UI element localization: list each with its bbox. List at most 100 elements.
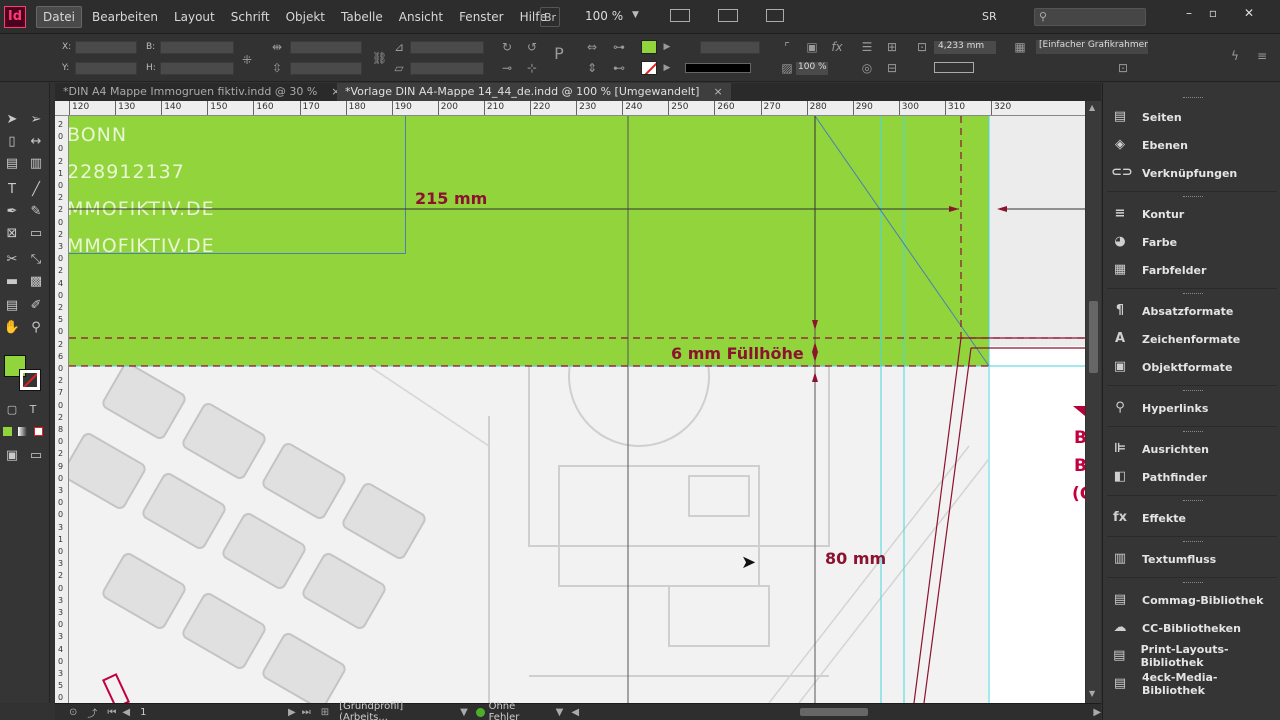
- shear-field[interactable]: [410, 62, 484, 75]
- x-field[interactable]: [75, 41, 137, 54]
- gradient-tool-icon[interactable]: ▬: [3, 273, 21, 291]
- formatting-text-icon[interactable]: T: [24, 401, 42, 419]
- panel-grip[interactable]: [1183, 293, 1203, 295]
- panel-absatzformate[interactable]: ¶ Absatzformate: [1111, 299, 1234, 323]
- apply-color-icon[interactable]: [3, 427, 12, 436]
- tab-immogruen[interactable]: *DIN A4 Mappe Immogruen fiktiv.indd @ 30…: [55, 83, 349, 101]
- lightning-icon[interactable]: ϟ: [1228, 49, 1242, 63]
- panel-farbe[interactable]: ◕ Farbe: [1111, 230, 1177, 254]
- panel-objektformate[interactable]: ▣ Objektformate: [1111, 355, 1233, 379]
- menu-datei[interactable]: Datei: [36, 5, 83, 28]
- close-icon[interactable]: ×: [713, 85, 722, 98]
- fitting-icon[interactable]: ⊞: [885, 40, 899, 54]
- scissors-tool-icon[interactable]: ✂: [3, 251, 21, 269]
- opacity-field[interactable]: 100 %: [796, 62, 828, 75]
- zoom-level[interactable]: 100 %: [585, 9, 623, 23]
- select-next-icon[interactable]: ⊹: [525, 61, 539, 75]
- scroll-thumb[interactable]: [800, 708, 869, 716]
- select-previous-icon[interactable]: ⊸: [500, 61, 514, 75]
- panel-grip[interactable]: [1183, 500, 1203, 502]
- zoom-tool-icon[interactable]: ⚲: [27, 319, 45, 337]
- rotation-field[interactable]: [410, 41, 484, 54]
- open-page-icon[interactable]: ⤴: [87, 705, 97, 720]
- rectangle-frame-tool-icon[interactable]: ⊠: [3, 225, 21, 243]
- page-options-icon[interactable]: ⊞: [321, 707, 329, 718]
- last-page-icon[interactable]: ⏭: [302, 707, 311, 718]
- menu-tabelle[interactable]: Tabelle: [335, 7, 389, 27]
- panel-commag-bibliothek[interactable]: ▤ Commag-Bibliothek: [1111, 588, 1264, 612]
- apply-none-icon[interactable]: [34, 427, 43, 436]
- panel-verkn-pfungen[interactable]: ⊂⊃ Verknüpfungen: [1111, 161, 1237, 185]
- scroll-right-icon[interactable]: ▶: [1093, 707, 1101, 718]
- chevron-down-icon[interactable]: ▼: [556, 707, 564, 718]
- panel-grip[interactable]: [1183, 196, 1203, 198]
- reference-point-icon[interactable]: ⁜: [240, 53, 254, 67]
- panel-print-layouts-bibliothek[interactable]: ▤ Print-Layouts-Bibliothek: [1111, 643, 1280, 669]
- scale-x-field[interactable]: [290, 41, 362, 54]
- select-container-icon[interactable]: ⊶: [612, 40, 626, 54]
- rectangle-tool-icon[interactable]: ▭: [27, 225, 45, 243]
- type-tool-icon[interactable]: T: [3, 181, 21, 199]
- preflight-profile[interactable]: [Grundprofil] (Arbeits...: [339, 701, 452, 720]
- tab-vorlage[interactable]: *Vorlage DIN A4-Mappe 14_44_de.indd @ 10…: [337, 83, 731, 101]
- panel-ebenen[interactable]: ◈ Ebenen: [1111, 133, 1188, 157]
- vertical-ruler[interactable]: 2 0 0 2 1 0 2 2 0 2 3 0 2 4 0 2 5 0 2 6 0 2 7 0 2 8 0 2 9 0 3 0 0 3 1 0 3 2 0 3…: [55, 116, 69, 703]
- menu-schrift[interactable]: Schrift: [225, 7, 276, 27]
- bridge-button[interactable]: Br: [540, 7, 560, 27]
- prev-page-icon[interactable]: ◀: [122, 707, 130, 718]
- workspace-switcher[interactable]: SR: [982, 10, 997, 23]
- pencil-tool-icon[interactable]: ✎: [27, 203, 45, 221]
- center-content-icon[interactable]: ⊟: [885, 61, 899, 75]
- text-frame-options-icon[interactable]: ☰: [860, 40, 874, 54]
- panel-grip[interactable]: [1183, 541, 1203, 543]
- rotate-cw-icon[interactable]: ↻: [500, 40, 514, 54]
- panel-menu-icon[interactable]: ≡: [1255, 49, 1269, 63]
- horizontal-ruler[interactable]: 120 130 140 150 160 170 180 190 200 210 220 230 240 2…: [55, 101, 1085, 116]
- first-page-icon[interactable]: ⏮: [107, 707, 116, 718]
- scale-y-field[interactable]: [290, 62, 362, 75]
- corner-options-icon[interactable]: ⌜: [780, 40, 794, 54]
- clear-overrides-icon[interactable]: ⊡: [1116, 61, 1130, 75]
- formatting-container-icon[interactable]: ▢: [3, 401, 21, 419]
- panel-grip[interactable]: [1183, 97, 1203, 99]
- gradient-feather-tool-icon[interactable]: ▩: [27, 273, 45, 291]
- menu-layout[interactable]: Layout: [168, 7, 221, 27]
- panel-cc-bibliotheken[interactable]: ☁ CC-Bibliotheken: [1111, 616, 1241, 640]
- screen-mode-icon[interactable]: [718, 9, 738, 22]
- selection-tool-icon[interactable]: ➤: [3, 111, 21, 129]
- document-canvas[interactable]: BONN 228912137 MMOFIKTIV.DE MMOFIKTIV.DE: [69, 116, 1085, 703]
- content-collector-icon[interactable]: ▤: [3, 155, 21, 173]
- stroke-dropdown-icon[interactable]: ▶: [660, 61, 674, 75]
- normal-view-icon[interactable]: ▣: [3, 447, 21, 465]
- close-icon[interactable]: ✕: [1240, 6, 1258, 20]
- panel-4eck-media-bibliothek[interactable]: ▤ 4eck-Media-Bibliothek: [1111, 671, 1280, 697]
- chevron-down-icon[interactable]: ▼: [460, 707, 468, 718]
- stroke-type-select[interactable]: [685, 63, 751, 73]
- panel-grip[interactable]: [1183, 582, 1203, 584]
- panel-zeichenformate[interactable]: A Zeichenformate: [1111, 327, 1240, 351]
- auto-fit-icon[interactable]: ◎: [860, 61, 874, 75]
- scroll-left-icon[interactable]: ◀: [571, 707, 579, 718]
- scroll-up-icon[interactable]: ▲: [1089, 103, 1095, 112]
- panel-seiten[interactable]: ▤ Seiten: [1111, 105, 1182, 129]
- panel-pathfinder[interactable]: ◧ Pathfinder: [1111, 465, 1207, 489]
- binoculars-icon[interactable]: ⊙: [69, 707, 77, 718]
- fill-swatch[interactable]: [641, 40, 657, 54]
- next-page-icon[interactable]: ▶: [288, 707, 296, 718]
- direct-selection-tool-icon[interactable]: ➢: [27, 111, 45, 129]
- view-options-icon[interactable]: [670, 9, 690, 22]
- panel-kontur[interactable]: ≡ Kontur: [1111, 202, 1185, 226]
- height-field[interactable]: [160, 62, 234, 75]
- flip-horizontal-icon[interactable]: ⇔: [585, 40, 599, 54]
- apply-gradient-icon[interactable]: [18, 427, 27, 436]
- flip-vertical-icon[interactable]: ⇕: [585, 61, 599, 75]
- horizontal-scrollbar[interactable]: [585, 707, 1091, 717]
- stroke-weight-field[interactable]: [700, 41, 760, 54]
- panel-farbfelder[interactable]: ▦ Farbfelder: [1111, 258, 1207, 282]
- rotate-ccw-icon[interactable]: ↺: [525, 40, 539, 54]
- select-content-icon[interactable]: ⊷: [612, 61, 626, 75]
- paragraph-p-icon[interactable]: P: [552, 46, 566, 62]
- arrange-documents-icon[interactable]: [766, 9, 784, 22]
- object-style-select[interactable]: [Einfacher Grafikrahmen]+: [1036, 40, 1148, 54]
- maximize-icon[interactable]: ▫: [1204, 6, 1222, 20]
